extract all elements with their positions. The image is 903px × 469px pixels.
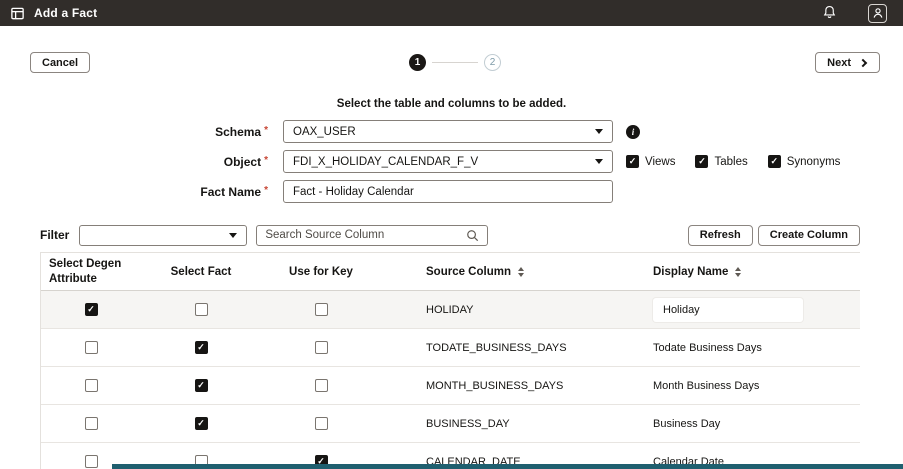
- wizard-actions: Cancel 1 2 Next: [30, 52, 880, 74]
- degen-checkbox[interactable]: [85, 417, 98, 430]
- fact-checkbox[interactable]: [195, 341, 208, 354]
- required-marker: *: [264, 185, 268, 196]
- tables-checkbox-item[interactable]: Tables: [695, 155, 747, 168]
- fact-name-row: Fact Name*: [0, 180, 903, 203]
- chevron-down-icon: [595, 129, 603, 134]
- source-column-cell: HOLIDAY: [381, 304, 625, 316]
- filter-label: Filter: [40, 228, 69, 242]
- wizard-stepper: 1 2: [409, 54, 501, 71]
- header-display-name[interactable]: Display Name: [625, 266, 860, 278]
- object-select-value: FDI_X_HOLIDAY_CALENDAR_F_V: [293, 156, 478, 168]
- create-column-button[interactable]: Create Column: [758, 225, 860, 246]
- refresh-button[interactable]: Refresh: [688, 225, 753, 246]
- display-name-cell[interactable]: Month Business Days: [625, 380, 860, 392]
- table-header-row: Select Degen Attribute Select Fact Use f…: [41, 252, 860, 291]
- instruction-text: Select the table and columns to be added…: [0, 98, 903, 110]
- key-checkbox[interactable]: [315, 417, 328, 430]
- table-row: BUSINESS_DAY Business Day: [41, 405, 860, 443]
- search-box: [256, 225, 488, 246]
- bottom-accent-bar: [112, 464, 903, 469]
- degen-checkbox[interactable]: [85, 303, 98, 316]
- next-button[interactable]: Next: [815, 52, 880, 73]
- source-columns-table: Select Degen Attribute Select Fact Use f…: [40, 252, 860, 469]
- fact-checkbox[interactable]: [195, 379, 208, 392]
- display-name-cell[interactable]: Holiday: [625, 298, 860, 322]
- required-marker: *: [264, 155, 268, 166]
- table-row: HOLIDAY Holiday: [41, 291, 860, 329]
- schema-label: Schema*: [0, 125, 268, 139]
- header-use-for-key: Use for Key: [261, 266, 381, 278]
- header-source-column[interactable]: Source Column: [381, 266, 625, 278]
- degen-checkbox[interactable]: [85, 379, 98, 392]
- table-row: TODATE_BUSINESS_DAYS Todate Business Day…: [41, 329, 860, 367]
- step-2-indicator[interactable]: 2: [484, 54, 501, 71]
- display-name-cell[interactable]: Todate Business Days: [625, 342, 860, 354]
- fact-name-input[interactable]: [293, 186, 603, 198]
- views-label: Views: [645, 156, 675, 168]
- object-row: Object* FDI_X_HOLIDAY_CALENDAR_F_V Views…: [0, 150, 903, 173]
- step-1-indicator[interactable]: 1: [409, 54, 426, 71]
- fact-checkbox[interactable]: [195, 417, 208, 430]
- table-row: MONTH_BUSINESS_DAYS Month Business Days: [41, 367, 860, 405]
- display-name-cell[interactable]: Business Day: [625, 418, 860, 430]
- fact-table-icon: [10, 6, 25, 21]
- synonyms-label: Synonyms: [787, 156, 841, 168]
- key-checkbox[interactable]: [315, 379, 328, 392]
- source-column-cell: TODATE_BUSINESS_DAYS: [381, 342, 625, 354]
- search-source-column-input[interactable]: [265, 229, 466, 241]
- user-avatar-icon[interactable]: [868, 4, 887, 23]
- schema-select-value: OAX_USER: [293, 126, 356, 138]
- chevron-down-icon: [229, 233, 237, 238]
- fact-checkbox[interactable]: [195, 303, 208, 316]
- fact-name-label: Fact Name*: [0, 185, 268, 199]
- tables-checkbox[interactable]: [695, 155, 708, 168]
- synonyms-checkbox-item[interactable]: Synonyms: [768, 155, 841, 168]
- object-label: Object*: [0, 155, 268, 169]
- fact-form: Schema* OAX_USER i Object* FDI_X_HOLIDAY…: [0, 120, 903, 210]
- source-column-cell: MONTH_BUSINESS_DAYS: [381, 380, 625, 392]
- sort-icon[interactable]: [735, 267, 741, 277]
- search-icon: [466, 229, 479, 242]
- chevron-down-icon: [595, 159, 603, 164]
- views-checkbox-item[interactable]: Views: [626, 155, 675, 168]
- chevron-right-icon: [859, 58, 867, 66]
- synonyms-checkbox[interactable]: [768, 155, 781, 168]
- stepper-connector: [432, 62, 478, 63]
- object-type-filters: Views Tables Synonyms: [626, 155, 840, 168]
- page-title: Add a Fact: [34, 6, 97, 20]
- sort-icon[interactable]: [518, 267, 524, 277]
- key-checkbox[interactable]: [315, 341, 328, 354]
- cancel-button[interactable]: Cancel: [30, 52, 90, 73]
- add-fact-page: Add a Fact Cancel 1 2 Next Select the ta…: [0, 0, 903, 469]
- schema-row: Schema* OAX_USER i: [0, 120, 903, 143]
- schema-select[interactable]: OAX_USER: [283, 120, 613, 143]
- table-toolbar: Filter Refresh Create Column: [40, 224, 860, 246]
- header-select-fact: Select Fact: [141, 266, 261, 278]
- required-marker: *: [264, 125, 268, 136]
- header-select-degen: Select Degen Attribute: [41, 257, 141, 287]
- views-checkbox[interactable]: [626, 155, 639, 168]
- fact-name-field-wrap: [283, 180, 613, 203]
- schema-info-icon[interactable]: i: [626, 125, 640, 139]
- degen-checkbox[interactable]: [85, 341, 98, 354]
- app-header: Add a Fact: [0, 0, 903, 26]
- notifications-bell-icon[interactable]: [822, 4, 838, 22]
- source-column-cell: BUSINESS_DAY: [381, 418, 625, 430]
- object-select[interactable]: FDI_X_HOLIDAY_CALENDAR_F_V: [283, 150, 613, 173]
- tables-label: Tables: [714, 156, 747, 168]
- degen-checkbox[interactable]: [85, 455, 98, 468]
- key-checkbox[interactable]: [315, 303, 328, 316]
- filter-select[interactable]: [79, 225, 247, 246]
